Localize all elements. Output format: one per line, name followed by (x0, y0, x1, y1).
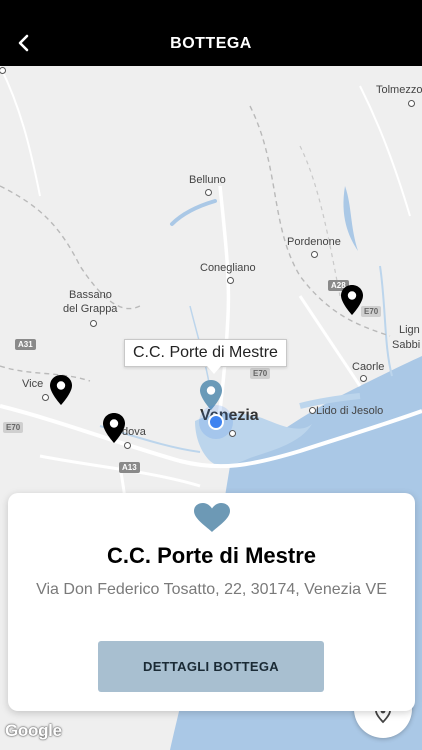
place-bassano-line1: Bassano (69, 289, 112, 301)
map-pin-icon (50, 375, 72, 405)
app-header: BOTTEGA (0, 0, 422, 66)
road-shield-e70-center: E70 (250, 368, 271, 379)
store-marker[interactable] (102, 412, 126, 449)
place-bassano-line2: del Grappa (63, 303, 118, 315)
marker-callout[interactable]: C.C. Porte di Mestre (124, 339, 287, 374)
place-dot (90, 320, 97, 327)
store-marker[interactable] (49, 374, 73, 411)
place-dot (229, 430, 236, 437)
store-name: C.C. Porte di Mestre (106, 543, 317, 568)
place-lignano: Lign (399, 324, 420, 336)
road-shield-a31: A31 (15, 339, 36, 350)
place-dot (42, 394, 49, 401)
page-title: BOTTEGA (170, 35, 252, 52)
road-shield-a13: A13 (119, 462, 140, 473)
place-dot (205, 189, 212, 196)
place-pordenone: Pordenone (287, 236, 341, 248)
store-card: C.C. Porte di Mestre Via Don Federico To… (8, 493, 415, 711)
place-dot (311, 251, 318, 258)
place-dot (360, 375, 367, 382)
place-belluno: Belluno (189, 174, 226, 186)
current-location-dot (208, 414, 224, 430)
place-dot (309, 407, 316, 414)
heart-icon[interactable] (193, 502, 231, 534)
place-vicenza: Vice (22, 378, 44, 390)
place-lido-di-jesolo: Lido di Jesolo (316, 405, 384, 417)
place-sabbia: Sabbi (392, 339, 421, 351)
place-caorle: Caorle (352, 361, 385, 373)
store-details-button[interactable]: DETTAGLI BOTTEGA (98, 641, 324, 692)
store-address: Via Don Federico Tosatto, 22, 30174, Ven… (36, 581, 387, 598)
map-pin-icon (200, 380, 222, 410)
map-pin-icon (341, 285, 363, 315)
road-shield-e70: E70 (361, 306, 382, 317)
place-dot (408, 100, 415, 107)
place-tolmezzo: Tolmezzo (376, 84, 422, 96)
place-conegliano: Conegliano (200, 262, 256, 274)
store-marker[interactable] (340, 284, 364, 321)
selected-store-marker[interactable] (199, 379, 223, 416)
google-attribution: Google (5, 721, 62, 740)
road-shield-e70-west: E70 (3, 422, 24, 433)
map-pin-icon (103, 413, 125, 443)
place-dot (227, 277, 234, 284)
